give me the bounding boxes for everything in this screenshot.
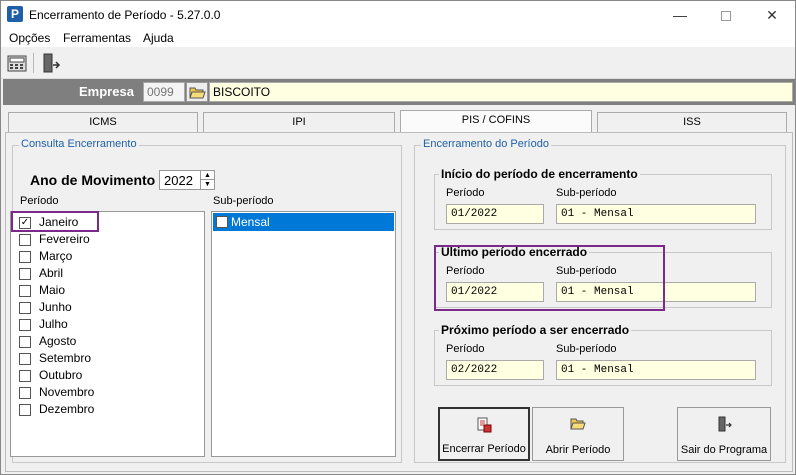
tab-panel: Consulta Encerramento Ano de Movimento 2… [5, 132, 793, 472]
exit-button[interactable] [39, 51, 63, 75]
close-period-icon [477, 417, 492, 433]
minimize-button[interactable]: — [657, 1, 703, 29]
ano-value: 2022 [164, 173, 193, 188]
periodo-list: ✓ Janeiro Fevereiro Março Abril Maio Jun… [10, 211, 205, 457]
inicio-periodo-label: Período [446, 187, 485, 199]
open-folder-icon [570, 418, 586, 430]
checkbox[interactable] [19, 268, 31, 280]
checkbox[interactable] [19, 251, 31, 263]
spin-up-icon[interactable]: ▲ [200, 171, 214, 180]
checkbox[interactable] [216, 216, 228, 228]
menu-ferramentas[interactable]: Ferramentas [63, 31, 131, 45]
checkbox[interactable] [19, 302, 31, 314]
checkbox[interactable] [19, 353, 31, 365]
checkbox[interactable] [19, 319, 31, 331]
list-item-label: Novembro [39, 385, 95, 399]
menu-opcoes[interactable]: Opções [9, 31, 50, 45]
list-item-label: Abril [39, 266, 64, 280]
empresa-bar: Empresa 0099 BISCOITO [3, 79, 795, 105]
maximize-button[interactable] [703, 1, 749, 29]
spin-down-icon[interactable]: ▼ [200, 180, 214, 189]
close-icon: ✕ [766, 7, 778, 23]
checkbox[interactable] [19, 234, 31, 246]
close-button[interactable]: ✕ [749, 1, 795, 29]
open-folder-icon [189, 87, 206, 99]
menu-bar: Opções Ferramentas Ajuda [1, 29, 795, 47]
list-item[interactable]: Mensal [213, 213, 394, 231]
consulta-group-title: Consulta Encerramento [19, 138, 139, 150]
tab-iss[interactable]: ISS [597, 112, 787, 133]
ano-label: Ano de Movimento [30, 172, 156, 188]
list-item-label: Julho [39, 317, 68, 331]
empresa-code-field[interactable]: 0099 [143, 82, 185, 102]
list-item-label: Agosto [39, 334, 77, 348]
abrir-label: Abrir Período [545, 444, 611, 456]
menu-ajuda[interactable]: Ajuda [143, 31, 174, 45]
checkbox[interactable] [19, 285, 31, 297]
list-item-label: Outubro [39, 368, 83, 382]
periodo-list-label: Período [20, 195, 59, 207]
main-window: P Encerramento de Período - 5.27.0.0 — ✕… [0, 0, 796, 475]
inicio-subperiodo-label: Sub-período [556, 187, 617, 199]
list-item-label: Maio [39, 283, 66, 297]
minimize-icon: — [673, 7, 687, 23]
inicio-subperiodo-field: 01 - Mensal [556, 204, 756, 224]
toolbar [1, 47, 795, 79]
encerrar-label: Encerrar Período [442, 443, 526, 455]
proximo-group-title: Próximo período a ser encerrado [439, 323, 632, 337]
title-bar: P Encerramento de Período - 5.27.0.0 — ✕ [1, 1, 795, 29]
checkbox[interactable] [19, 336, 31, 348]
abrir-periodo-button[interactable]: Abrir Período [532, 407, 624, 461]
exit-door-icon [43, 53, 61, 73]
list-item-label: Setembro [39, 351, 92, 365]
tab-pis-cofins[interactable]: PIS / COFINS [400, 110, 592, 133]
ultimo-highlight [434, 245, 665, 311]
checkbox[interactable] [19, 404, 31, 416]
checkbox[interactable] [19, 387, 31, 399]
subperiodo-list-label: Sub-período [213, 195, 274, 207]
window-title: Encerramento de Período - 5.27.0.0 [29, 8, 221, 22]
checkbox[interactable] [19, 370, 31, 382]
exit-door-icon [718, 416, 732, 432]
inicio-group-title: Início do período de encerramento [439, 167, 640, 181]
toolbar-separator [33, 53, 34, 73]
ano-spinner[interactable]: 2022 ▲ ▼ [159, 170, 215, 190]
empresa-open-button[interactable] [186, 82, 208, 102]
proximo-subperiodo-field: 01 - Mensal [556, 360, 756, 380]
encerramento-group-title: Encerramento do Período [421, 138, 551, 150]
sair-programa-button[interactable]: Sair do Programa [677, 407, 771, 461]
list-item-label: Fevereiro [39, 232, 90, 246]
sair-label: Sair do Programa [680, 444, 768, 456]
tab-ipi[interactable]: IPI [203, 112, 395, 133]
app-icon: P [7, 6, 23, 22]
encerrar-periodo-button[interactable]: Encerrar Período [438, 407, 530, 461]
list-item-label: Junho [39, 300, 72, 314]
proximo-periodo-label: Período [446, 343, 485, 355]
empresa-label: Empresa [79, 84, 134, 99]
maximize-icon [721, 11, 731, 22]
list-item-label: Março [39, 249, 73, 263]
proximo-subperiodo-label: Sub-período [556, 343, 617, 355]
list-item-label: Dezembro [39, 402, 95, 416]
calculator-icon [7, 55, 27, 72]
calculator-button[interactable] [5, 51, 29, 75]
janeiro-highlight [11, 211, 99, 232]
tab-icms[interactable]: ICMS [8, 112, 198, 133]
subperiodo-list: Mensal [211, 211, 396, 457]
proximo-periodo-field: 02/2022 [446, 360, 544, 380]
inicio-periodo-field: 01/2022 [446, 204, 544, 224]
empresa-name-field[interactable]: BISCOITO [209, 82, 793, 102]
list-item-label: Mensal [231, 215, 270, 229]
